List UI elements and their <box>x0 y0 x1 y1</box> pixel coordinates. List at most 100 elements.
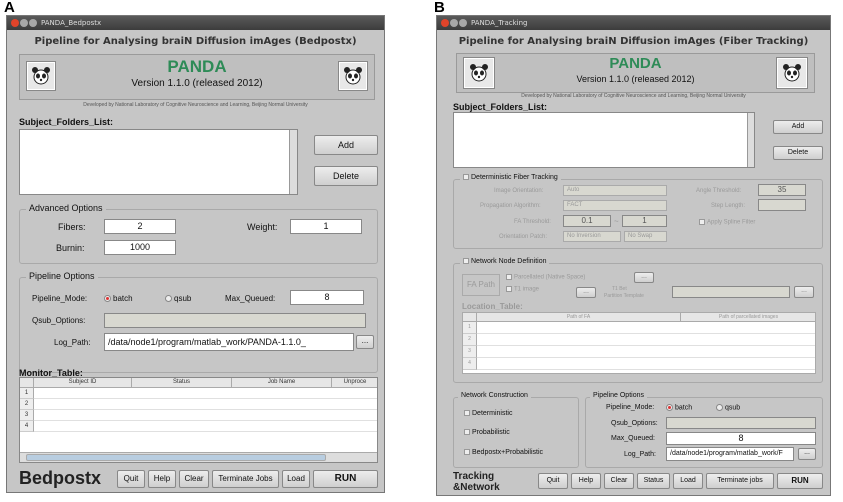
load-button[interactable]: Load <box>673 473 703 489</box>
partition-browse-button[interactable]: ... <box>794 286 814 298</box>
qsub-options-label: Qsub_Options: <box>611 420 658 427</box>
table-row[interactable] <box>477 334 815 346</box>
monitor-table[interactable]: Subject ID Status Job Name Unproce 1 2 3… <box>19 377 378 463</box>
angle-threshold-input[interactable]: 35 <box>758 184 806 196</box>
image-orientation-select[interactable]: Auto <box>563 185 667 196</box>
partition-template-input[interactable] <box>672 286 790 298</box>
panda-banner: PANDA Version 1.1.0 (released 2012) <box>456 53 815 93</box>
close-dot-icon[interactable] <box>441 19 449 27</box>
network-construction-title: Network Construction <box>458 392 531 399</box>
quit-button[interactable]: Quit <box>538 473 568 489</box>
column-header[interactable]: Path of parcellated images <box>681 313 815 322</box>
location-table[interactable]: Path of FA Path of parcellated images 1 … <box>462 312 816 374</box>
weight-label: Weight: <box>247 222 278 232</box>
minimize-dot-icon[interactable] <box>450 19 458 27</box>
table-row[interactable] <box>477 346 815 358</box>
clear-button[interactable]: Clear <box>179 470 209 488</box>
partition-template-label: Partition Template <box>604 293 644 299</box>
subject-folders-list[interactable] <box>453 112 755 168</box>
row-number: 2 <box>20 399 34 410</box>
status-button[interactable]: Status <box>637 473 670 489</box>
maximize-dot-icon[interactable] <box>459 19 467 27</box>
column-header[interactable]: Status <box>132 378 232 388</box>
add-button[interactable]: Add <box>773 120 823 134</box>
probabilistic-checkbox[interactable]: Probabilistic <box>464 429 510 436</box>
table-row[interactable] <box>477 358 815 370</box>
t1-browse-button[interactable]: ... <box>576 287 596 298</box>
table-row[interactable] <box>34 399 377 410</box>
help-button[interactable]: Help <box>148 470 176 488</box>
log-path-browse-button[interactable]: ... <box>356 335 374 349</box>
column-header[interactable]: Path of FA <box>477 313 681 322</box>
horizontal-scrollbar[interactable] <box>20 452 377 462</box>
network-construction-group: Network Construction Deterministic Proba… <box>453 392 579 468</box>
t1-image-checkbox[interactable]: T1 image <box>506 286 539 293</box>
swap-select[interactable]: No Swap <box>624 231 667 242</box>
log-path-browse-button[interactable]: ... <box>798 448 816 460</box>
advanced-options-title: Advanced Options <box>26 203 106 213</box>
log-path-label: Log_Path: <box>54 338 91 347</box>
table-row[interactable] <box>477 322 815 334</box>
column-header[interactable]: Subject ID <box>34 378 132 388</box>
help-button[interactable]: Help <box>571 473 601 489</box>
table-row[interactable] <box>34 421 377 432</box>
max-queued-input[interactable]: 8 <box>666 432 816 445</box>
fibers-input[interactable]: 2 <box>104 219 176 234</box>
checkbox-icon <box>463 258 469 265</box>
step-length-input[interactable] <box>758 199 806 211</box>
terminate-jobs-button[interactable]: Terminate jobs <box>706 473 774 489</box>
bedpostx-probabilistic-label: Bedpostx+Probabilistic <box>472 449 544 456</box>
apply-spline-checkbox[interactable]: Apply Spline Filter <box>699 219 755 226</box>
burnin-input[interactable]: 1000 <box>104 240 176 255</box>
delete-button[interactable]: Delete <box>773 146 823 160</box>
subject-folders-list[interactable] <box>19 129 298 195</box>
run-button[interactable]: RUN <box>777 473 823 489</box>
qsub-radio[interactable]: qsub <box>716 404 740 411</box>
column-header[interactable]: Unproce <box>332 378 377 388</box>
qsub-options-input[interactable] <box>666 417 816 429</box>
delete-button[interactable]: Delete <box>314 166 378 186</box>
network-node-title[interactable]: Network Node Definition <box>460 258 550 265</box>
close-dot-icon[interactable] <box>11 19 19 27</box>
clear-button[interactable]: Clear <box>604 473 634 489</box>
max-queued-input[interactable]: 8 <box>290 290 364 305</box>
add-button[interactable]: Add <box>314 135 378 155</box>
log-path-input[interactable]: /data/node1/program/matlab_work/F <box>666 447 794 461</box>
propagation-algorithm-select[interactable]: FACT <box>563 200 667 211</box>
window-title: PANDA_Tracking <box>471 19 528 27</box>
checkbox-icon <box>699 219 705 225</box>
parcellated-checkbox[interactable]: Parcellated (Native Space) <box>506 274 585 281</box>
qsub-radio[interactable]: qsub <box>165 294 191 303</box>
tracking-window: PANDA_Tracking Pipeline for Analysing br… <box>436 15 831 496</box>
run-button[interactable]: RUN <box>313 470 378 488</box>
panel-label-b: B <box>434 0 445 16</box>
panda-version: Version 1.1.0 (released 2012) <box>576 74 695 84</box>
column-header[interactable]: Job Name <box>232 378 332 388</box>
parcellated-browse-button[interactable]: ... <box>634 272 654 283</box>
list-scrollbar[interactable] <box>747 113 754 167</box>
qsub-options-input[interactable] <box>104 313 366 328</box>
table-row[interactable] <box>34 388 377 399</box>
checkbox-icon <box>464 449 470 456</box>
weight-input[interactable]: 1 <box>290 219 362 234</box>
fa-threshold-max-input[interactable]: 1 <box>622 215 667 227</box>
fa-threshold-min-input[interactable]: 0.1 <box>563 215 611 227</box>
table-row[interactable] <box>34 410 377 421</box>
load-button[interactable]: Load <box>282 470 310 488</box>
deterministic-tracking-title[interactable]: Deterministic Fiber Tracking <box>460 174 561 181</box>
batch-radio[interactable]: batch <box>104 294 133 303</box>
log-path-input[interactable]: /data/node1/program/matlab_work/PANDA-1.… <box>104 333 354 351</box>
inversion-select[interactable]: No Inversion <box>563 231 621 242</box>
deterministic-checkbox[interactable]: Deterministic <box>464 410 512 417</box>
quit-button[interactable]: Quit <box>117 470 145 488</box>
batch-radio[interactable]: batch <box>666 404 692 411</box>
minimize-dot-icon[interactable] <box>20 19 28 27</box>
list-scrollbar[interactable] <box>289 130 297 194</box>
fibers-label: Fibers: <box>58 222 86 232</box>
terminate-jobs-button[interactable]: Terminate Jobs <box>212 470 279 488</box>
log-path-label: Log_Path: <box>624 451 656 458</box>
t1-image-label: T1 image <box>514 286 540 293</box>
scrollbar-thumb[interactable] <box>26 454 326 461</box>
bedpostx-probabilistic-checkbox[interactable]: Bedpostx+Probabilistic <box>464 449 543 456</box>
maximize-dot-icon[interactable] <box>29 19 37 27</box>
